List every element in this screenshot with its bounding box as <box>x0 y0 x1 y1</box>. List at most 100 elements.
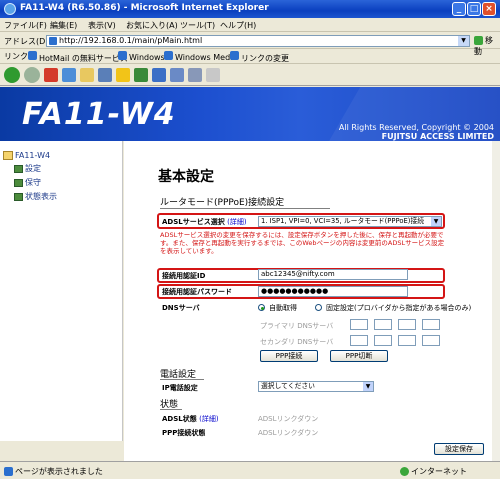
link-page-icon <box>118 51 127 60</box>
window-title: FA11-W4 (R6.50.86) - Microsoft Internet … <box>20 3 269 13</box>
menu-tools[interactable]: ツール(T) <box>180 20 215 31</box>
sidebar-item-maintenance[interactable]: 保守 <box>14 177 41 188</box>
sidebar-item-label: 保守 <box>25 178 41 187</box>
sidebar-item-settings[interactable]: 設定 <box>14 163 41 174</box>
mail-icon[interactable] <box>170 68 184 82</box>
ppp-disconnect-button[interactable]: PPP切断 <box>330 350 388 362</box>
menu-help[interactable]: ヘルプ(H) <box>220 20 256 31</box>
adsl-service-select[interactable]: 1. ISP1, VPI=0, VCI=35, ルータモード(PPPoE)接続 ▼ <box>258 216 442 227</box>
status-bar: ページが表示されました インターネット <box>0 461 500 479</box>
menu-favorites[interactable]: お気に入り(A) <box>126 20 178 31</box>
product-logo: FA11-W4 <box>22 97 176 132</box>
dns-primary-octet-4[interactable] <box>422 319 440 330</box>
auth-id-input[interactable]: abc12345@nifty.com <box>258 269 408 280</box>
main-content: 基本設定 ルータモード(PPPoE)接続設定 ADSLサービス選択 (詳細) 1… <box>124 141 500 461</box>
menu-file[interactable]: ファイル(F) <box>4 20 47 31</box>
dns-auto-radio[interactable] <box>258 304 265 311</box>
status-text: ページが表示されました <box>4 466 103 477</box>
ppp-connect-button[interactable]: PPP接続 <box>260 350 318 362</box>
book-icon <box>14 178 23 187</box>
address-bar: アドレス(D) http://192.168.0.1/main/pMain.ht… <box>0 33 500 56</box>
address-input[interactable]: http://192.168.0.1/main/pMain.html ▼ <box>46 35 470 47</box>
favorites-star-icon[interactable] <box>116 68 130 82</box>
edit-icon[interactable] <box>206 68 220 82</box>
ip-phone-value: 選択してください <box>261 382 315 390</box>
book-icon <box>14 192 23 201</box>
adsl-status-value: ADSLリンクダウン <box>258 415 319 423</box>
ip-phone-select[interactable]: 選択してください ▼ <box>258 381 374 392</box>
adsl-warning-note: ADSLサービス選択の変更を保存するには、設定保存ボタンを押した後に、保存と再起… <box>160 231 445 255</box>
links-bar: リンク HotMail の無料サービス Windows Windows Medi… <box>0 49 500 64</box>
close-button[interactable]: × <box>482 2 496 16</box>
auth-id-label: 接続用認証ID <box>162 272 206 280</box>
dns-primary-octet-1[interactable] <box>350 319 368 330</box>
tree-root-label: FA11-W4 <box>15 151 51 160</box>
section-underline <box>160 208 330 209</box>
dns-primary-octet-3[interactable] <box>398 319 416 330</box>
dns-fixed-radio[interactable] <box>315 304 322 311</box>
dns-primary-label: プライマリ DNSサーバ <box>260 322 334 330</box>
link-page-icon <box>28 51 37 60</box>
ppp-status-value: ADSLリンクダウン <box>258 429 319 437</box>
home-icon[interactable] <box>80 68 94 82</box>
security-zone-label: インターネット <box>411 467 467 476</box>
book-icon <box>14 164 23 173</box>
internet-globe-icon <box>400 467 409 476</box>
dns-secondary-octet-2[interactable] <box>374 335 392 346</box>
dns-secondary-octet-1[interactable] <box>350 335 368 346</box>
link-customize[interactable]: リンクの変更 <box>230 51 289 63</box>
adsl-status-label-text: ADSL状態 <box>162 415 197 423</box>
print-icon[interactable] <box>188 68 202 82</box>
dns-fixed-label: 固定設定(プロバイダから指定がある場合のみ) <box>326 304 472 312</box>
minimize-button[interactable]: _ <box>452 2 466 16</box>
forward-arrow-icon[interactable] <box>24 67 40 83</box>
dns-auto-label: 自動取得 <box>269 304 297 312</box>
link-page-icon <box>230 51 239 60</box>
link-hotmail[interactable]: HotMail の無料サービス <box>28 51 128 63</box>
sidebar-item-status[interactable]: 状態表示 <box>14 191 57 202</box>
link-hotmail-label: HotMail の無料サービス <box>39 54 128 63</box>
section-underline <box>160 379 204 380</box>
dns-secondary-octet-4[interactable] <box>422 335 440 346</box>
back-arrow-icon[interactable] <box>4 67 20 83</box>
address-dropdown-icon[interactable]: ▼ <box>458 36 469 46</box>
history-icon[interactable] <box>152 68 166 82</box>
sidebar-item-label: 設定 <box>25 164 41 173</box>
dns-secondary-octet-3[interactable] <box>398 335 416 346</box>
dns-secondary-label: セカンダリ DNSサーバ <box>260 338 334 346</box>
search-icon[interactable] <box>98 68 112 82</box>
auth-pw-label: 接続用認証パスワード <box>162 288 232 296</box>
page-loaded-icon <box>4 467 13 476</box>
scrollbar[interactable] <box>492 141 500 461</box>
save-settings-button[interactable]: 設定保存 <box>434 443 484 455</box>
link-windows[interactable]: Windows <box>118 51 165 62</box>
menu-edit[interactable]: 編集(E) <box>50 20 77 31</box>
page-title: 基本設定 <box>158 169 214 185</box>
auth-password-input[interactable]: ●●●●●●●●●●● <box>258 286 408 297</box>
maximize-button[interactable]: □ <box>467 2 481 16</box>
adsl-status-detail-link[interactable]: (詳細) <box>199 415 218 423</box>
refresh-icon[interactable] <box>62 68 76 82</box>
dns-primary-octet-2[interactable] <box>374 319 392 330</box>
adsl-service-value: 1. ISP1, VPI=0, VCI=35, ルータモード(PPPoE)接続 <box>261 217 425 225</box>
ie-icon <box>4 3 16 15</box>
chevron-down-icon: ▼ <box>431 217 441 226</box>
company-name: FUJITSU ACCESS LIMITED <box>381 132 494 141</box>
link-windows-label: Windows <box>129 53 165 62</box>
status-text-label: ページが表示されました <box>15 467 103 476</box>
window-titlebar: FA11-W4 (R6.50.86) - Microsoft Internet … <box>0 0 500 18</box>
browser-toolbar <box>0 64 500 86</box>
ip-phone-label: IP電話設定 <box>162 384 198 392</box>
address-label: アドレス(D) <box>4 37 49 46</box>
menu-view[interactable]: 表示(V) <box>88 20 116 31</box>
link-customize-label: リンクの変更 <box>241 54 289 63</box>
adsl-detail-link[interactable]: (詳細) <box>227 218 246 226</box>
stop-icon[interactable] <box>44 68 58 82</box>
dns-label: DNSサーバ <box>162 304 200 312</box>
media-icon[interactable] <box>134 68 148 82</box>
link-windows-media[interactable]: Windows Media <box>164 51 237 62</box>
menu-bar: ファイル(F) 編集(E) 表示(V) お気に入り(A) ツール(T) ヘルプ(… <box>0 18 500 32</box>
tree-root[interactable]: FA11-W4 <box>3 151 50 160</box>
section-underline <box>160 409 182 410</box>
copyright-text: All Rights Reserved, Copyright © 2004 <box>338 123 494 132</box>
